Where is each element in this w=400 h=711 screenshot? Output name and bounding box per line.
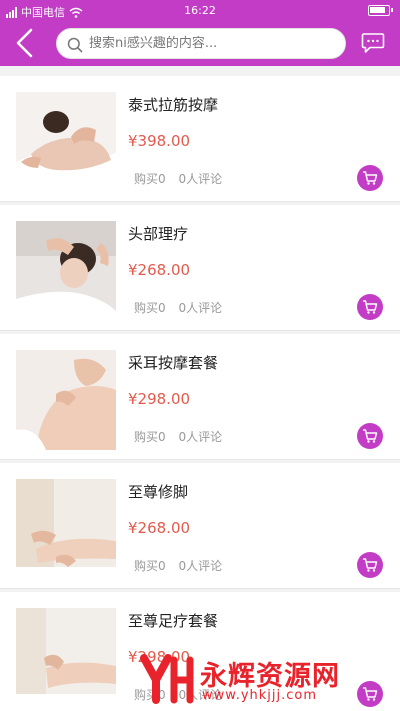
search-icon (67, 37, 83, 53)
product-image (16, 479, 116, 579)
product-price: ¥398.00 (128, 132, 191, 150)
watermark-url: www.yhkjjj.com (202, 688, 318, 703)
chat-bubble-icon[interactable] (361, 32, 385, 54)
sold-count: 购买0 (134, 301, 166, 315)
search-box[interactable] (56, 28, 346, 59)
search-input[interactable] (89, 29, 339, 58)
product-name[interactable]: 泰式拉筋按摩 (128, 94, 218, 115)
yh-logo-icon (140, 654, 194, 704)
product-item[interactable]: 采耳按摩套餐 ¥298.00 购买0 0人评论 (0, 334, 400, 460)
product-price: ¥298.00 (128, 390, 191, 408)
app-header: 中国电信 16:22 (0, 0, 400, 66)
product-name[interactable]: 至尊足疗套餐 (128, 610, 218, 631)
product-image (16, 608, 116, 708)
product-stats: 购买0 0人评论 (134, 557, 222, 574)
product-item[interactable]: 至尊修脚 ¥268.00 购买0 0人评论 (0, 463, 400, 589)
product-name[interactable]: 采耳按摩套餐 (128, 352, 218, 373)
product-price: ¥268.00 (128, 519, 191, 537)
status-time: 16:22 (184, 4, 216, 17)
add-to-cart-button[interactable] (357, 423, 383, 449)
cart-icon (363, 558, 378, 572)
product-image (16, 350, 116, 450)
review-count: 0人评论 (178, 430, 223, 444)
watermark: 永辉资源网 www.yhkjjj.com (140, 652, 392, 708)
product-item[interactable]: 泰式拉筋按摩 ¥398.00 购买0 0人评论 (0, 76, 400, 202)
cart-icon (363, 429, 378, 443)
product-image (16, 221, 116, 321)
product-image (16, 92, 116, 192)
review-count: 0人评论 (178, 301, 223, 315)
product-stats: 购买0 0人评论 (134, 428, 222, 445)
back-button[interactable] (12, 28, 38, 58)
product-stats: 购买0 0人评论 (134, 170, 222, 187)
review-count: 0人评论 (178, 172, 223, 186)
battery-icon (368, 5, 393, 16)
status-bar: 中国电信 16:22 (0, 0, 400, 22)
add-to-cart-button[interactable] (357, 165, 383, 191)
cart-icon (363, 171, 378, 185)
add-to-cart-button[interactable] (357, 552, 383, 578)
product-stats: 购买0 0人评论 (134, 299, 222, 316)
product-name[interactable]: 头部理疗 (128, 223, 188, 244)
add-to-cart-button[interactable] (357, 294, 383, 320)
sold-count: 购买0 (134, 430, 166, 444)
product-name[interactable]: 至尊修脚 (128, 481, 188, 502)
sold-count: 购买0 (134, 172, 166, 186)
product-item[interactable]: 头部理疗 ¥268.00 购买0 0人评论 (0, 205, 400, 331)
sold-count: 购买0 (134, 559, 166, 573)
product-price: ¥268.00 (128, 261, 191, 279)
review-count: 0人评论 (178, 559, 223, 573)
cart-icon (363, 300, 378, 314)
